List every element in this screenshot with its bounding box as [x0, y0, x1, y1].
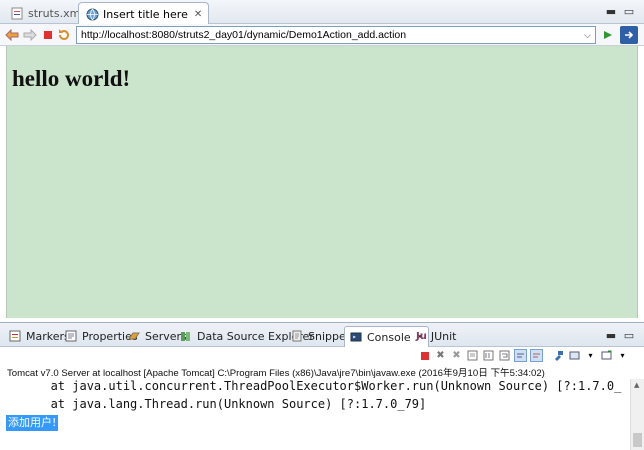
- chevron-down-icon[interactable]: ⌵: [584, 28, 591, 42]
- console-icon: [349, 330, 363, 344]
- xml-file-icon: [10, 6, 24, 20]
- tab-insert-title-here[interactable]: Insert title here ✕: [78, 2, 210, 25]
- markers-icon: [8, 329, 22, 343]
- tab-junit[interactable]: Ju JUnit: [414, 327, 458, 345]
- open-console-icon[interactable]: [600, 349, 613, 362]
- go-icon[interactable]: [600, 27, 616, 43]
- maximize-icon[interactable]: ▭: [622, 4, 636, 18]
- scrollbar-thumb[interactable]: [633, 433, 642, 447]
- editor-tab-bar: struts.xml Insert title here ✕ ▬ ▭: [0, 0, 644, 25]
- forward-arrow-icon[interactable]: [22, 27, 38, 43]
- console-toolbar: ✖ ✖ ▾ ▾: [418, 349, 629, 365]
- bottom-view-panel: Markers Properties Servers Data Source E…: [0, 322, 644, 450]
- remove-launch-icon[interactable]: ✖: [434, 349, 447, 362]
- show-on-stderr-icon[interactable]: [530, 349, 543, 362]
- word-wrap-icon[interactable]: [498, 349, 511, 362]
- stop-icon[interactable]: [40, 27, 56, 43]
- open-external-browser-icon[interactable]: [620, 26, 638, 44]
- display-selected-console-icon[interactable]: [568, 349, 581, 362]
- tab-struts-xml[interactable]: struts.xml: [4, 2, 89, 24]
- globe-icon: [85, 7, 99, 21]
- tab-label: Insert title here: [103, 7, 188, 21]
- maximize-icon[interactable]: ▭: [622, 328, 636, 342]
- chevron-down-icon[interactable]: ▾: [616, 349, 629, 362]
- tab-label: Console: [367, 330, 411, 344]
- url-field[interactable]: http://localhost:8080/struts2_day01/dyna…: [76, 26, 596, 44]
- browser-page-content: hello world!: [6, 46, 638, 318]
- console-process-title: Tomcat v7.0 Server at localhost [Apache …: [7, 368, 545, 379]
- minimize-icon[interactable]: ▬: [604, 4, 618, 18]
- refresh-icon[interactable]: [56, 27, 72, 43]
- database-icon: [179, 329, 193, 343]
- snippets-icon: [290, 329, 304, 343]
- view-tab-bar: Markers Properties Servers Data Source E…: [0, 323, 644, 347]
- back-arrow-icon[interactable]: [4, 27, 20, 43]
- minimize-icon[interactable]: ▬: [604, 328, 618, 342]
- page-heading: hello world!: [12, 66, 131, 91]
- chevron-down-icon[interactable]: ▾: [584, 349, 597, 362]
- console-line: at java.util.concurrent.ThreadPoolExecut…: [0, 379, 622, 393]
- browser-toolbar: http://localhost:8080/struts2_day01/dyna…: [0, 24, 644, 46]
- tab-label: struts.xml: [28, 6, 84, 20]
- terminate-icon[interactable]: [418, 349, 431, 362]
- junit-icon: Ju: [416, 330, 427, 342]
- scroll-lock-icon[interactable]: [482, 349, 495, 362]
- servers-icon: [127, 329, 141, 343]
- scroll-up-icon[interactable]: ▲: [634, 381, 639, 389]
- console-line: at java.lang.Thread.run(Unknown Source) …: [0, 397, 427, 411]
- console-scrollbar[interactable]: ▲: [630, 379, 644, 450]
- console-output[interactable]: at java.util.concurrent.ThreadPoolExecut…: [0, 379, 628, 450]
- remove-all-launches-icon[interactable]: ✖: [450, 349, 463, 362]
- clear-console-icon[interactable]: [466, 349, 479, 362]
- close-icon[interactable]: ✕: [194, 9, 202, 20]
- properties-icon: [64, 329, 78, 343]
- selected-text-highlight: 添加用户!: [6, 415, 59, 431]
- show-on-stdout-icon[interactable]: [514, 349, 527, 362]
- tab-label: JUnit: [430, 329, 457, 343]
- url-text: http://localhost:8080/struts2_day01/dyna…: [81, 29, 407, 41]
- pin-console-icon[interactable]: [552, 349, 565, 362]
